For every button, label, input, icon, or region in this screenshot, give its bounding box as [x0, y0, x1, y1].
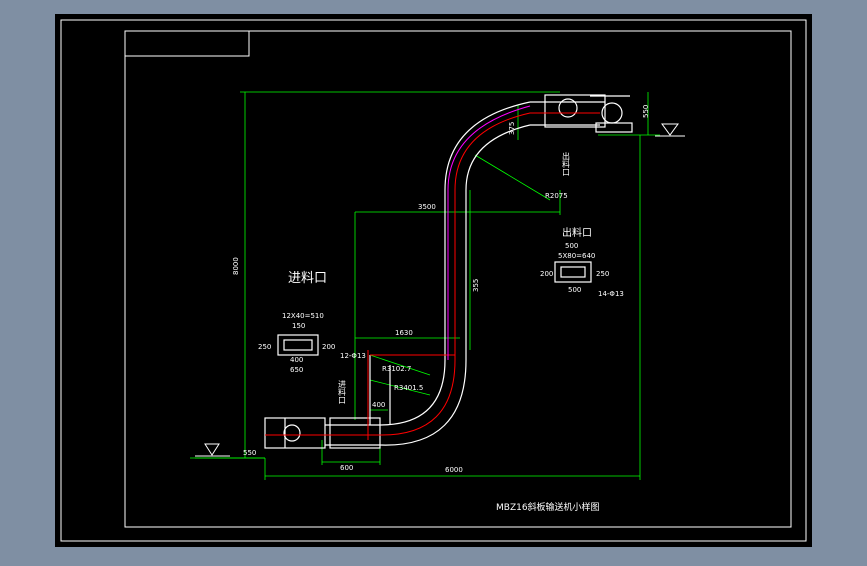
drawing-title: MBZ16斜板输送机小样图 — [496, 501, 600, 513]
cad-viewport: 8000 6000 3500 1630 600 400 355 R2075 R3… — [0, 0, 867, 562]
inlet-h2: 200 — [322, 343, 335, 351]
dim-head-height: 550 — [642, 105, 650, 118]
outlet-w2: 500 — [568, 286, 581, 294]
dim-head-offset: 375 — [508, 122, 516, 135]
dim-tail-height: 550 — [243, 449, 256, 457]
dim-vertical-run: 355 — [472, 279, 480, 292]
drawing-sheet — [55, 14, 812, 547]
dim-total-length: 6000 — [445, 466, 463, 474]
inlet-side-label: 进料口 — [338, 380, 347, 404]
outlet-side-label: 出料口 — [562, 151, 571, 176]
inlet-w2: 400 — [290, 356, 303, 364]
inlet-w3: 650 — [290, 366, 303, 374]
dim-lower-radius-2: R3401.5 — [394, 384, 423, 392]
dim-upper-radius: R2075 — [545, 192, 568, 200]
dim-top-horizontal: 3500 — [418, 203, 436, 211]
inlet-slot: 12X40=510 — [282, 312, 324, 320]
inlet-w1: 150 — [292, 322, 305, 330]
dim-inlet-width: 400 — [372, 401, 385, 409]
outlet-title: 出料口 — [562, 226, 592, 239]
outlet-w1: 500 — [565, 242, 578, 250]
inlet-bolts: 12-Φ13 — [340, 352, 366, 360]
outlet-h: 200 — [540, 270, 553, 278]
drawing-canvas: 8000 6000 3500 1630 600 400 355 R2075 R3… — [55, 14, 812, 547]
inlet-title: 进料口 — [288, 271, 327, 286]
outlet-h2: 250 — [596, 270, 609, 278]
outlet-bolts: 14-Φ13 — [598, 290, 624, 298]
inlet-h: 250 — [258, 343, 271, 351]
dim-lower-radius-1: R3102.7 — [382, 365, 411, 373]
dim-bottom-run: 600 — [340, 464, 353, 472]
dim-mid-horizontal: 1630 — [395, 329, 413, 337]
dim-total-height: 8000 — [232, 257, 240, 275]
outlet-slot: 5X80=640 — [558, 252, 595, 260]
